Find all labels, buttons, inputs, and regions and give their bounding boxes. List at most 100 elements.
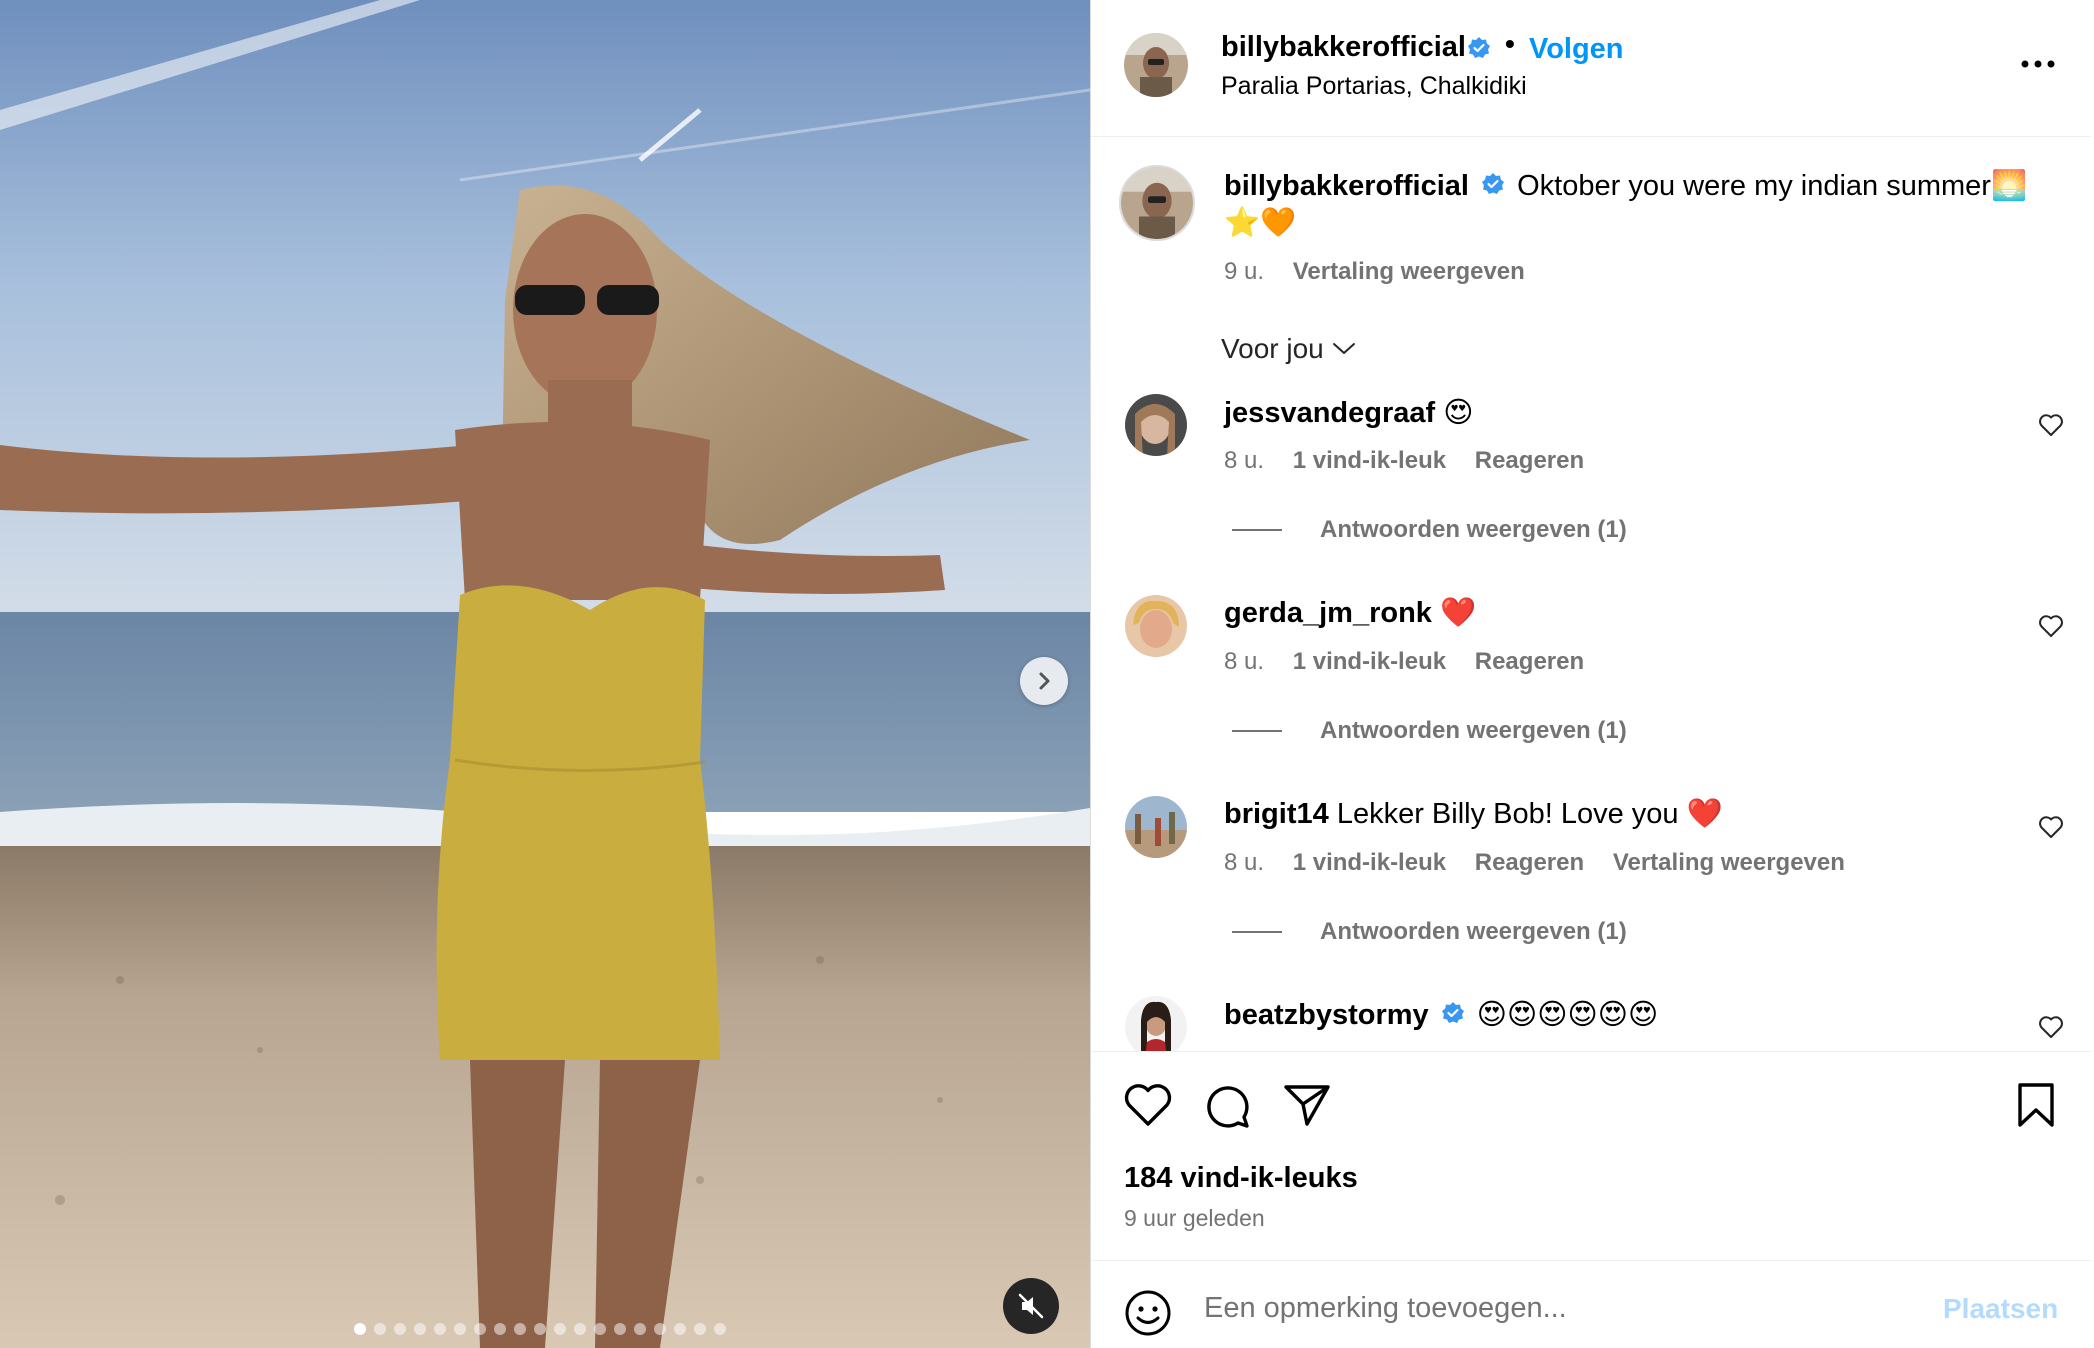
comment-sort-label: Voor jou	[1221, 333, 1324, 364]
comment-meta: 8 u. 1 vind-ik-leuk Reageren	[1224, 447, 1606, 475]
mute-toggle-button[interactable]	[1003, 1278, 1059, 1334]
caption-username[interactable]: billybakkerofficial	[1224, 170, 1469, 202]
carousel-dot	[394, 1323, 406, 1335]
comment-item: jessvandegraaf 😍 8 u. 1 vind-ik-leuk Rea…	[1091, 394, 2091, 594]
heart-icon[interactable]	[2038, 1015, 2064, 1039]
view-replies-link[interactable]: Antwoorden weergeven (1)	[1232, 918, 1627, 946]
chevron-down-icon	[1332, 343, 1355, 354]
follow-button[interactable]: Volgen	[1529, 33, 1624, 66]
speaker-muted-icon	[1018, 1293, 1044, 1319]
comment-input[interactable]	[1204, 1285, 1904, 1331]
comment-text: ❤️	[1439, 597, 1477, 629]
avatar[interactable]	[1124, 33, 1188, 97]
post-author-username[interactable]: billybakkerofficial	[1221, 31, 1466, 64]
divider	[1232, 730, 1282, 732]
carousel-dot	[554, 1323, 566, 1335]
comment-translate-link[interactable]: Vertaling weergeven	[1613, 849, 1845, 876]
verified-badge-icon	[1468, 37, 1490, 58]
verified-badge-icon	[1441, 1002, 1464, 1024]
post-actions: 184 vind-ik-leuks 9 uur geleden	[1091, 1051, 2091, 1261]
carousel-dot	[494, 1323, 506, 1335]
comment-sort-dropdown[interactable]: Voor jou	[1221, 333, 1356, 365]
divider	[1232, 529, 1282, 531]
comment-meta: 8 u. 1 vind-ik-leuk Reageren Vertaling w…	[1224, 849, 1867, 877]
comment-time: 8 u.	[1224, 849, 1265, 876]
comment-likes[interactable]: 1 vind-ik-leuk	[1293, 849, 1446, 876]
heart-icon[interactable]	[2038, 815, 2064, 839]
view-replies-label: Antwoorden weergeven (1)	[1320, 717, 1627, 744]
more-horizontal-icon	[2021, 60, 2055, 68]
emoji-icon[interactable]	[1124, 1289, 1172, 1337]
comment-icon[interactable]	[1203, 1082, 1251, 1130]
carousel-dot	[694, 1323, 706, 1335]
comment-reply-link[interactable]: Reageren	[1475, 849, 1584, 876]
comment-time: 8 u.	[1224, 648, 1265, 675]
carousel-dot	[594, 1323, 606, 1335]
post-photo	[0, 0, 1090, 1348]
carousel-dot	[434, 1323, 446, 1335]
bookmark-icon[interactable]	[2015, 1082, 2057, 1128]
heart-icon[interactable]	[2038, 413, 2064, 437]
comment-text: 😍	[1443, 397, 1474, 429]
carousel-dot	[654, 1323, 666, 1335]
comment-item: beatzbystormy 😍😍😍😍😍😍	[1091, 996, 2091, 1051]
post-header: billybakkerofficial • Volgen Paralia Por…	[1091, 0, 2091, 137]
caption-time: 9 u.	[1224, 258, 1265, 285]
carousel-dot	[714, 1323, 726, 1335]
caption-meta: 9 u. Vertaling weergeven	[1224, 258, 1525, 286]
carousel-dot	[674, 1323, 686, 1335]
header-separator: •	[1505, 28, 1515, 59]
carousel-dot	[634, 1323, 646, 1335]
caption-translate-link[interactable]: Vertaling weergeven	[1293, 258, 1525, 285]
carousel-dot	[534, 1323, 546, 1335]
carousel-dot	[614, 1323, 626, 1335]
share-icon[interactable]	[1283, 1082, 1331, 1128]
like-count[interactable]: 184 vind-ik-leuks	[1124, 1162, 1358, 1195]
comment-username[interactable]: gerda_jm_ronk	[1224, 597, 1432, 629]
comment-reply-link[interactable]: Reageren	[1475, 447, 1584, 474]
comment-time: 8 u.	[1224, 447, 1265, 474]
view-replies-link[interactable]: Antwoorden weergeven (1)	[1232, 516, 1627, 544]
comment-text: 😍😍😍😍😍😍	[1476, 999, 1659, 1031]
heart-icon[interactable]	[2038, 614, 2064, 638]
heart-icon[interactable]	[1123, 1082, 1173, 1128]
post-caption: billybakkerofficial Oktober you were my …	[1224, 168, 2044, 242]
comment-avatar[interactable]	[1125, 996, 1187, 1051]
comment-item: brigit14 Lekker Billy Bob! Love you ❤️ 8…	[1091, 796, 2091, 996]
carousel-indicator	[354, 1323, 726, 1335]
view-replies-link[interactable]: Antwoorden weergeven (1)	[1232, 717, 1627, 745]
comment-reply-link[interactable]: Reageren	[1475, 648, 1584, 675]
comment-item: gerda_jm_ronk ❤️ 8 u. 1 vind-ik-leuk Rea…	[1091, 595, 2091, 795]
comment-composer: Plaatsen	[1091, 1260, 2091, 1348]
comment-avatar[interactable]	[1125, 394, 1187, 456]
comment-meta: 8 u. 1 vind-ik-leuk Reageren	[1224, 648, 1606, 676]
view-replies-label: Antwoorden weergeven (1)	[1320, 516, 1627, 543]
carousel-dot	[454, 1323, 466, 1335]
post-side-panel: billybakkerofficial • Volgen Paralia Por…	[1090, 0, 2094, 1348]
post-timestamp: 9 uur geleden	[1124, 1205, 1265, 1231]
verified-badge-icon	[1482, 173, 1505, 195]
carousel-dot	[374, 1323, 386, 1335]
more-options-button[interactable]	[2015, 44, 2061, 84]
carousel-dot	[414, 1323, 426, 1335]
comment-username[interactable]: jessvandegraaf	[1224, 397, 1435, 429]
caption-avatar[interactable]	[1119, 165, 1195, 241]
comment-username[interactable]: brigit14	[1224, 798, 1329, 830]
carousel-dot	[354, 1323, 366, 1335]
chevron-right-icon	[1039, 672, 1050, 690]
comment-username[interactable]: beatzbystormy	[1224, 999, 1429, 1031]
carousel-dot	[474, 1323, 486, 1335]
comment-avatar[interactable]	[1125, 796, 1187, 858]
divider	[1232, 931, 1282, 933]
comment-avatar[interactable]	[1125, 595, 1187, 657]
carousel-dot	[514, 1323, 526, 1335]
post-comment-button[interactable]: Plaatsen	[1943, 1293, 2058, 1325]
carousel-next-button[interactable]	[1020, 657, 1068, 705]
comment-likes[interactable]: 1 vind-ik-leuk	[1293, 648, 1446, 675]
carousel-dot	[574, 1323, 586, 1335]
comment-text: Lekker Billy Bob! Love you ❤️	[1336, 798, 1723, 830]
post-media[interactable]	[0, 0, 1090, 1348]
post-location[interactable]: Paralia Portarias, Chalkidiki	[1221, 72, 1527, 101]
comment-likes[interactable]: 1 vind-ik-leuk	[1293, 447, 1446, 474]
view-replies-label: Antwoorden weergeven (1)	[1320, 918, 1627, 945]
